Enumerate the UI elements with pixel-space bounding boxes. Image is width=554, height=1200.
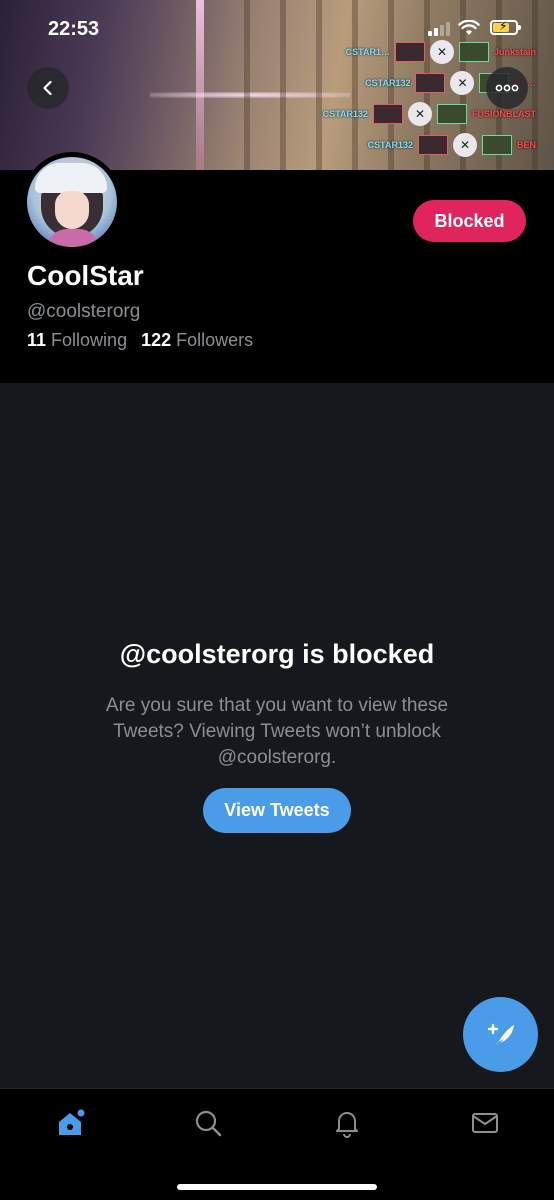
battery-icon: ⚡ [490,19,521,35]
chevron-left-icon [43,80,52,96]
home-icon [59,1109,85,1135]
user-handle: @coolsterorg [27,301,141,322]
status-bar: 22:53 ⚡ [0,0,554,60]
back-button[interactable] [27,67,69,109]
bunny-icon: ✕ [452,133,477,157]
profile-header: Blocked CoolStar @coolsterorg 11 Followi… [0,152,554,383]
avatar[interactable] [22,152,122,252]
home-indicator [177,1184,377,1190]
following-count: 11 [27,330,47,350]
killfeed-left-name: CSTAR132 [367,140,413,150]
followers-label: Followers [176,330,254,350]
status-time: 22:53 [48,18,100,40]
search-icon [195,1110,222,1137]
avatar-image [27,157,117,247]
killfeed-portrait [417,135,448,155]
killfeed-portrait [481,135,512,155]
followers-link[interactable]: 122 Followers [141,330,253,351]
followers-count: 122 [141,330,172,350]
wifi-icon [458,20,480,35]
more-options-button[interactable] [486,67,528,109]
killfeed-row: CSTAR132 ✕ BEN [276,133,536,157]
blocked-description: Are you sure that you want to view these… [105,695,449,768]
killfeed-left-name: CSTAR132 [365,78,411,88]
compose-feather-icon [487,1023,514,1047]
timeline-area: @coolsterorg is blocked Are you sure tha… [0,383,554,1088]
tab-search[interactable] [188,1103,228,1143]
more-dots-icon [495,84,519,92]
tab-home[interactable] [50,1103,90,1143]
killfeed-portrait [373,104,403,124]
mail-icon [472,1113,498,1133]
following-link[interactable]: 11 Following [27,330,127,351]
blocked-button[interactable]: Blocked [413,200,526,242]
killfeed-right-name: FUSIONBLAST [472,109,536,119]
tab-messages[interactable] [465,1103,505,1143]
display-name: CoolStar [27,260,144,291]
view-tweets-button[interactable]: View Tweets [203,788,351,833]
bunny-icon: ✕ [450,71,475,95]
cellular-signal-icon [428,22,450,36]
killfeed-left-name: CSTAR132 [322,109,368,119]
compose-tweet-button[interactable] [463,997,538,1072]
killfeed-right-name: BEN [516,140,536,150]
bunny-icon: ✕ [408,102,432,126]
following-label: Following [51,330,128,350]
tab-notifications[interactable] [327,1103,367,1143]
blocked-title: @coolsterorg is blocked [119,639,435,669]
follow-counts: 11 Following 122 Followers [27,330,253,351]
killfeed-portrait [437,104,467,124]
killfeed-portrait [415,73,446,93]
bottom-tab-bar [0,1088,554,1200]
bell-icon [336,1112,358,1138]
